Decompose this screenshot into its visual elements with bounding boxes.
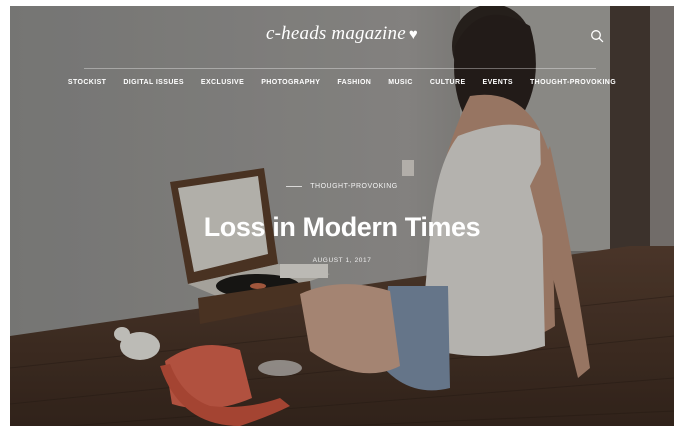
nav-item-events[interactable]: EVENTS bbox=[483, 79, 513, 86]
site-logo[interactable]: c-heads magazine ♥ bbox=[10, 23, 674, 45]
main-nav: STOCKIST DIGITAL ISSUES EXCLUSIVE PHOTOG… bbox=[10, 79, 674, 86]
nav-item-music[interactable]: MUSIC bbox=[388, 79, 413, 86]
hero-article: THOUGHT-PROVOKING Loss in Modern Times A… bbox=[10, 174, 674, 264]
article-category-label: THOUGHT-PROVOKING bbox=[310, 183, 398, 190]
search-icon[interactable] bbox=[590, 29, 604, 43]
site-name: c-heads magazine bbox=[266, 23, 406, 44]
nav-item-photography[interactable]: PHOTOGRAPHY bbox=[261, 79, 320, 86]
article-title[interactable]: Loss in Modern Times bbox=[10, 212, 674, 243]
hero-frame: c-heads magazine ♥ STOCKIST DIGITAL ISSUE… bbox=[10, 6, 674, 426]
nav-item-stockist[interactable]: STOCKIST bbox=[68, 79, 106, 86]
nav-item-thought-provoking[interactable]: THOUGHT-PROVOKING bbox=[530, 79, 616, 86]
header-divider bbox=[84, 68, 596, 69]
nav-item-exclusive[interactable]: EXCLUSIVE bbox=[201, 79, 244, 86]
heart-icon: ♥ bbox=[408, 27, 418, 43]
site-header: c-heads magazine ♥ STOCKIST DIGITAL ISSUE… bbox=[10, 6, 674, 106]
category-line-decoration bbox=[286, 186, 303, 187]
nav-item-fashion[interactable]: FASHION bbox=[337, 79, 371, 86]
nav-item-digital-issues[interactable]: DIGITAL ISSUES bbox=[123, 79, 184, 86]
article-date: AUGUST 1, 2017 bbox=[312, 257, 372, 264]
article-category[interactable]: THOUGHT-PROVOKING bbox=[286, 183, 397, 190]
nav-item-culture[interactable]: CULTURE bbox=[430, 79, 466, 86]
